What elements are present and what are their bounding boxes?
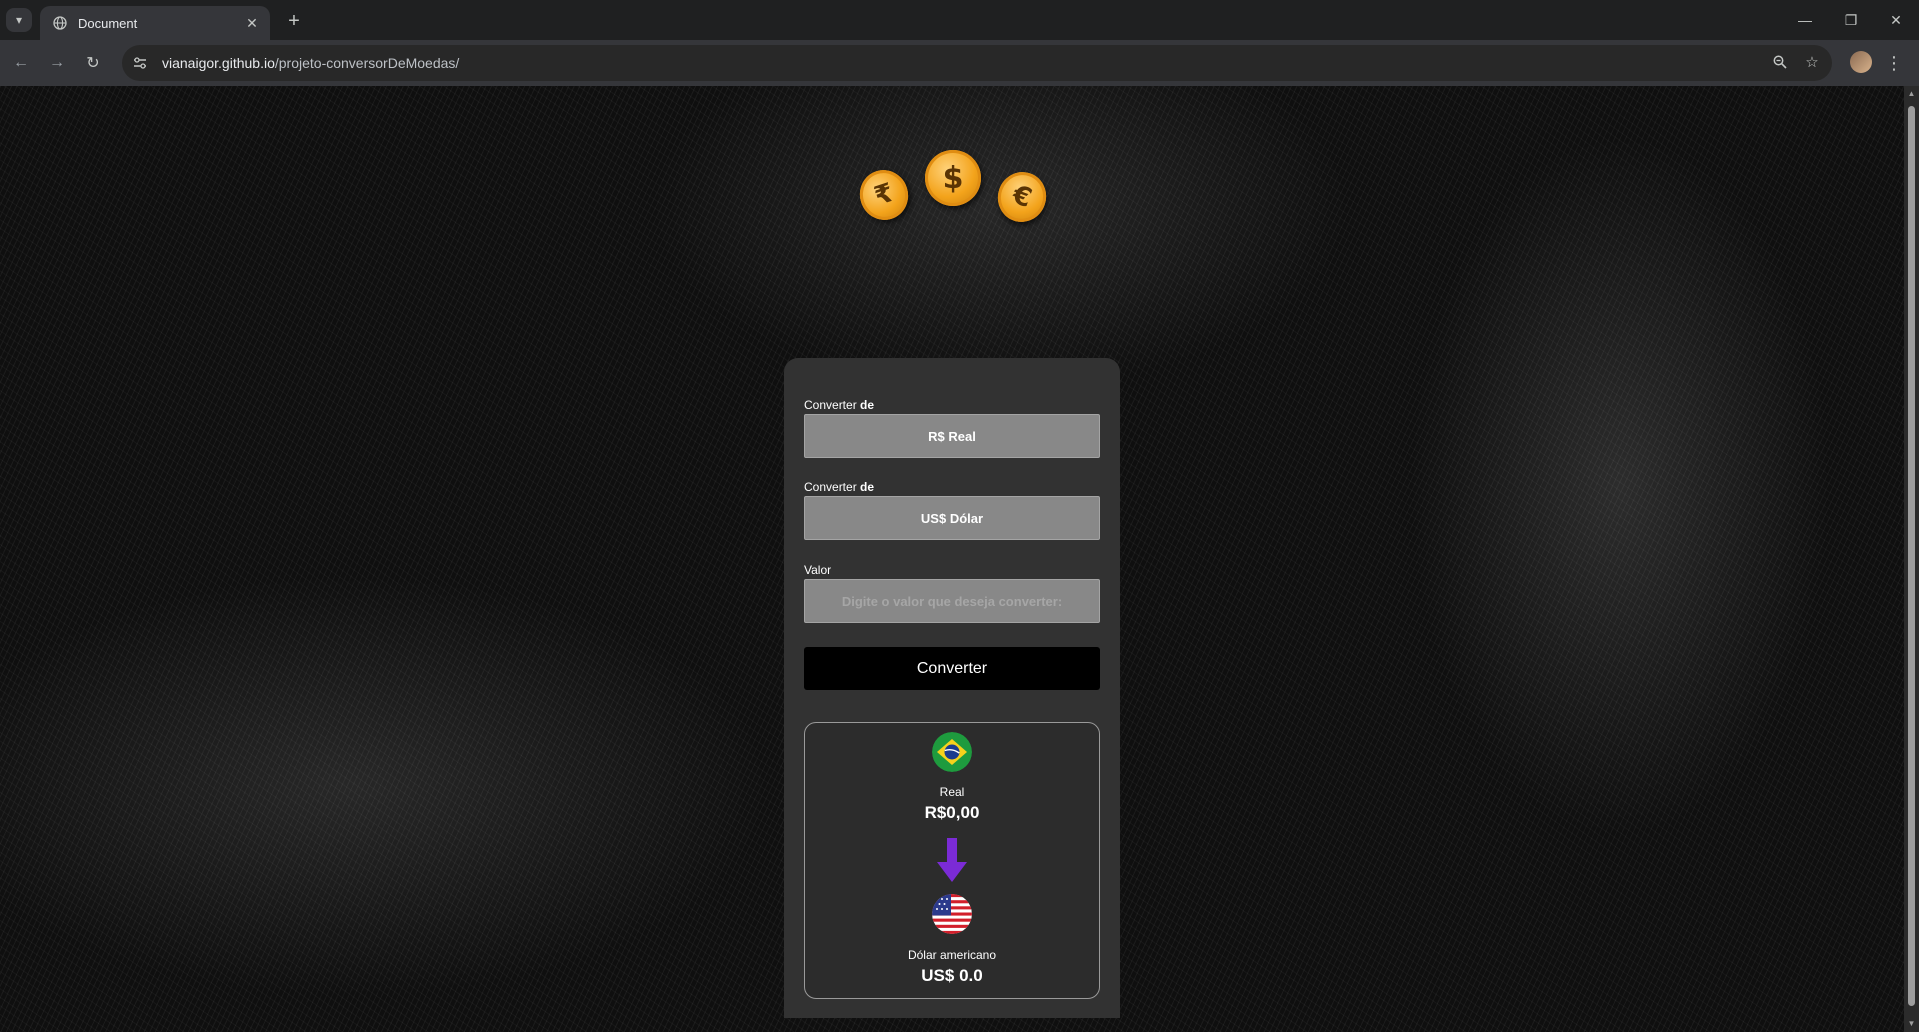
to-currency-value: US$ Dólar xyxy=(920,510,984,526)
window-close-icon[interactable]: ✕ xyxy=(1873,0,1919,40)
rupee-coin-icon: ₹ xyxy=(853,163,915,227)
zoom-icon[interactable] xyxy=(1768,50,1792,74)
browser-toolbar: ← → ↻ vianaigor.github.io/projeto-conver… xyxy=(0,40,1919,86)
back-arrow-icon[interactable]: ← xyxy=(8,50,34,76)
page-viewport: ₹ $ € Converter de R$ Real Converter de … xyxy=(0,86,1904,1032)
brazil-flag-icon xyxy=(932,732,972,772)
menu-dots-icon[interactable]: ⋮ xyxy=(1884,50,1904,76)
scrollbar-thumb[interactable] xyxy=(1908,106,1915,1006)
to-currency-select[interactable]: US$ Dólar xyxy=(804,496,1100,540)
tab-title: Document xyxy=(78,15,138,31)
to-currency-amount: US$ 0.0 xyxy=(921,966,983,985)
to-currency-name: Dólar americano xyxy=(907,948,997,962)
url-text: vianaigor.github.io/projeto-conversorDeM… xyxy=(162,55,459,71)
bookmark-star-icon[interactable]: ☆ xyxy=(1800,50,1824,74)
minimize-icon[interactable]: — xyxy=(1782,0,1828,40)
dollar-coin-icon: $ xyxy=(925,150,981,206)
chevron-down-icon: ▾ xyxy=(15,13,23,27)
to-label-bold: de xyxy=(860,480,875,494)
to-label-prefix: Converter xyxy=(804,480,861,494)
reload-icon[interactable]: ↻ xyxy=(80,50,106,76)
profile-avatar[interactable] xyxy=(1850,51,1872,73)
tab-search-button[interactable]: ▾ xyxy=(6,8,32,32)
arrow-down-icon xyxy=(937,838,967,884)
url-path: /projeto-conversorDeMoedas/ xyxy=(274,55,460,71)
site-settings-icon[interactable] xyxy=(130,53,150,73)
close-icon[interactable]: ✕ xyxy=(242,13,262,33)
usa-flag-icon xyxy=(932,894,972,934)
url-host: vianaigor.github.io xyxy=(162,55,275,71)
globe-icon xyxy=(52,15,68,31)
address-bar[interactable]: vianaigor.github.io/projeto-conversorDeM… xyxy=(122,45,1832,81)
value-input[interactable] xyxy=(804,579,1100,623)
from-currency-select[interactable]: R$ Real xyxy=(804,414,1100,458)
from-label-prefix: Converter xyxy=(804,398,861,412)
to-currency-label: Converter de xyxy=(804,480,874,494)
converter-card: Converter de R$ Real Converter de US$ Dó… xyxy=(784,358,1120,1018)
browser-tab[interactable]: Document ✕ xyxy=(40,6,270,40)
from-currency-label: Converter de xyxy=(804,398,874,412)
page-scrollbar[interactable]: ▲ ▼ xyxy=(1904,86,1919,1032)
value-label: Valor xyxy=(804,563,832,577)
from-currency-value: R$ Real xyxy=(928,428,976,444)
euro-coin-icon: € xyxy=(990,165,1054,229)
scroll-up-arrow-icon[interactable]: ▲ xyxy=(1907,89,1916,98)
result-box: Real R$0,00 Dólar americano US$ 0.0 xyxy=(804,722,1100,999)
new-tab-button[interactable]: + xyxy=(282,9,306,33)
from-currency-name: Real xyxy=(939,785,965,799)
from-label-bold: de xyxy=(860,398,875,412)
forward-arrow-icon[interactable]: → xyxy=(44,50,70,76)
scroll-down-arrow-icon[interactable]: ▼ xyxy=(1907,1019,1916,1028)
from-currency-amount: R$0,00 xyxy=(924,803,980,822)
tab-strip: ▾ Document ✕ + — ❐ ✕ xyxy=(0,0,1919,40)
convert-button[interactable]: Converter xyxy=(804,647,1100,690)
restore-icon[interactable]: ❐ xyxy=(1828,0,1874,40)
